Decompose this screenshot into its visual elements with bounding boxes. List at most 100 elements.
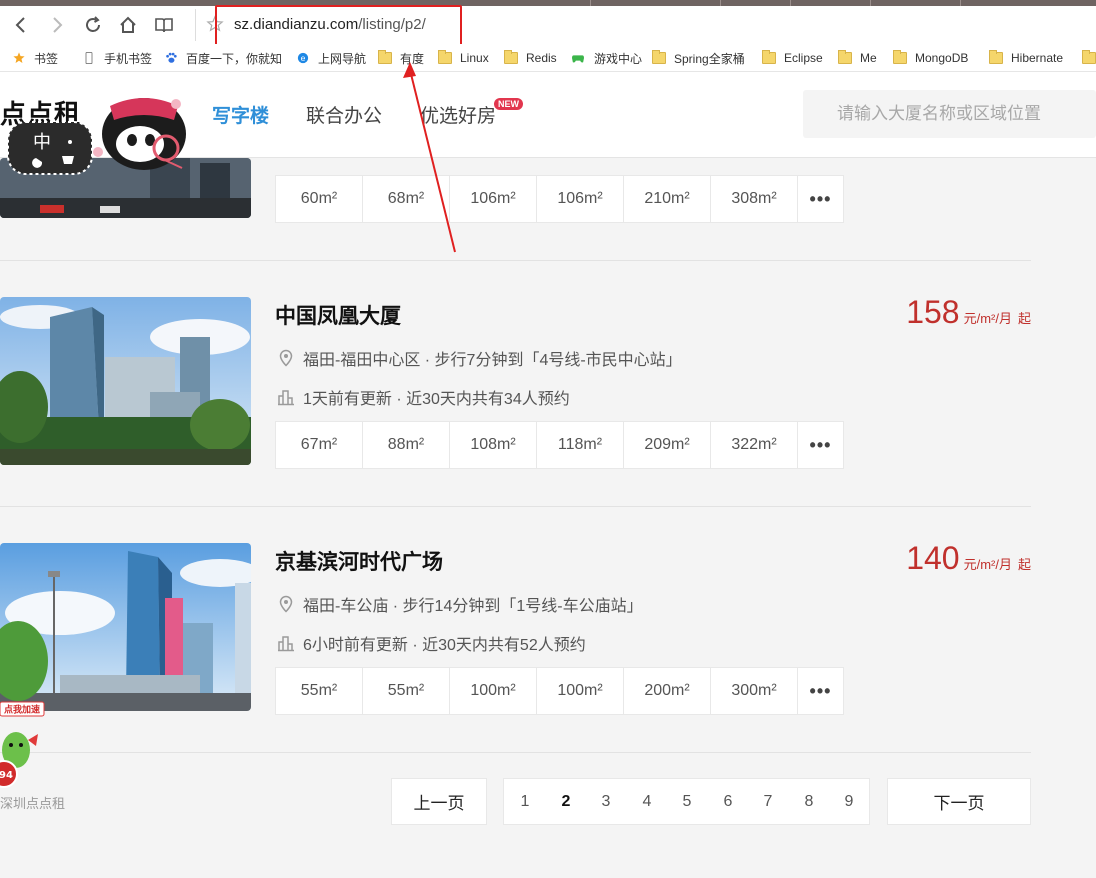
- bookmark-item[interactable]: Eclipse: [762, 49, 823, 67]
- size-option[interactable]: 200m²: [624, 668, 711, 714]
- price: 158 元/m²/月 起: [906, 294, 1031, 330]
- promo-widget[interactable]: 点我加速 94: [0, 700, 50, 800]
- building-icon: [278, 390, 294, 406]
- page-number[interactable]: 7: [758, 793, 778, 811]
- reading-mode-icon[interactable]: [151, 12, 177, 38]
- size-options: 67m² 88m² 108m² 118m² 209m² 322m² •••: [275, 421, 844, 469]
- folder-icon: [438, 50, 452, 64]
- size-options: 60m² 68m² 106m² 106m² 210m² 308m² •••: [275, 175, 844, 223]
- location-pin-icon: [279, 595, 293, 613]
- bookmark-item[interactable]: 百度一下，你就知: [164, 49, 282, 67]
- size-option[interactable]: 118m²: [537, 422, 624, 468]
- promo-text: 点我加速: [4, 704, 40, 716]
- folder-icon: [893, 50, 907, 64]
- update-line: 6小时前有更新 · 近30天内共有52人预约: [277, 631, 586, 655]
- folder-icon: [762, 50, 776, 64]
- promo-number: 94: [0, 770, 13, 781]
- folder-icon: [838, 50, 852, 64]
- search-input[interactable]: [803, 90, 1096, 138]
- bookmark-item[interactable]: Me: [838, 49, 877, 67]
- bookmark-overflow-folder[interactable]: [1082, 49, 1096, 67]
- listing-divider: [0, 260, 1031, 261]
- size-option[interactable]: 55m²: [363, 668, 450, 714]
- bookmark-item[interactable]: 手机书签: [82, 49, 152, 67]
- size-option[interactable]: 68m²: [363, 176, 450, 222]
- nav-office[interactable]: 写字楼: [212, 101, 269, 128]
- page-number-current[interactable]: 2: [556, 793, 576, 811]
- size-option[interactable]: 55m²: [276, 668, 363, 714]
- bookmark-item[interactable]: e 上网导航: [296, 49, 366, 67]
- location-pin-icon: [279, 349, 293, 367]
- size-option[interactable]: 60m²: [276, 176, 363, 222]
- building-title[interactable]: 中国凤凰大厦: [275, 300, 401, 330]
- size-option[interactable]: 106m²: [450, 176, 537, 222]
- home-icon[interactable]: [115, 12, 141, 38]
- bookmark-item[interactable]: 书签: [12, 49, 58, 67]
- size-option[interactable]: 209m²: [624, 422, 711, 468]
- new-badge: NEW: [494, 98, 523, 110]
- page-number[interactable]: 1: [515, 793, 535, 811]
- location-line: 福田-福田中心区 · 步行7分钟到「4号线-市民中心站」: [277, 346, 682, 370]
- page-numbers: 1 2 3 4 5 6 7 8 9: [503, 778, 870, 825]
- size-option[interactable]: 308m²: [711, 176, 798, 222]
- ie-icon: e: [297, 52, 309, 64]
- size-option[interactable]: 88m²: [363, 422, 450, 468]
- more-sizes-button[interactable]: •••: [798, 176, 843, 222]
- price: 140 元/m²/月 起: [906, 540, 1031, 576]
- bookmark-item[interactable]: MongoDB: [893, 49, 968, 67]
- size-option[interactable]: 108m²: [450, 422, 537, 468]
- bookmark-item[interactable]: 游戏中心: [570, 49, 642, 67]
- page-number[interactable]: 4: [637, 793, 657, 811]
- city-label: 深圳点点租: [0, 796, 66, 811]
- building-photo[interactable]: [0, 543, 251, 711]
- back-icon[interactable]: [8, 12, 34, 38]
- size-options: 55m² 55m² 100m² 100m² 200m² 300m² •••: [275, 667, 844, 715]
- folder-icon: [1082, 50, 1096, 64]
- bookmarks-bar: 书签 手机书签 百度一下，你就知 e 上网导航 有度 Linux Redis 游…: [0, 44, 1096, 72]
- listing-divider: [0, 752, 1031, 753]
- folder-icon: [504, 50, 518, 64]
- more-sizes-button[interactable]: •••: [798, 422, 843, 468]
- page-number[interactable]: 8: [799, 793, 819, 811]
- size-option[interactable]: 100m²: [537, 668, 624, 714]
- forward-icon[interactable]: [44, 12, 70, 38]
- size-option[interactable]: 100m²: [450, 668, 537, 714]
- phone-icon: [85, 52, 93, 64]
- star-icon: [13, 52, 25, 63]
- reload-icon[interactable]: [80, 12, 106, 38]
- nav-coworking[interactable]: 联合办公: [306, 101, 382, 128]
- location-line: 福田-车公庙 · 步行14分钟到「1号线-车公庙站」: [277, 592, 643, 616]
- page-number[interactable]: 5: [677, 793, 697, 811]
- building-icon: [278, 636, 294, 652]
- folder-icon: [652, 50, 666, 64]
- size-option[interactable]: 322m²: [711, 422, 798, 468]
- bookmark-item[interactable]: Redis: [504, 49, 557, 67]
- bookmark-item[interactable]: 有度: [378, 49, 424, 67]
- annotation-highlight-box: [215, 5, 462, 49]
- update-line: 1天前有更新 · 近30天内共有34人预约: [277, 385, 570, 409]
- page-number[interactable]: 9: [839, 793, 859, 811]
- mascot-badge-text: 中: [33, 132, 51, 153]
- folder-icon: [378, 50, 392, 64]
- size-option[interactable]: 106m²: [537, 176, 624, 222]
- svg-text:e: e: [301, 53, 306, 63]
- next-page-button[interactable]: 下一页: [887, 778, 1031, 825]
- size-option[interactable]: 300m²: [711, 668, 798, 714]
- building-title[interactable]: 京基滨河时代广场: [275, 546, 443, 576]
- size-option[interactable]: 210m²: [624, 176, 711, 222]
- search-box[interactable]: [803, 90, 1096, 138]
- page-number[interactable]: 6: [718, 793, 738, 811]
- building-photo[interactable]: [0, 297, 251, 465]
- bookmark-item[interactable]: Hibernate: [989, 49, 1063, 67]
- mascot-badge[interactable]: 中: [6, 96, 188, 182]
- browser-toolbar: sz.diandianzu.com/listing/p2/: [0, 6, 1096, 44]
- page-number[interactable]: 3: [596, 793, 616, 811]
- bookmark-item[interactable]: Linux: [438, 49, 489, 67]
- listing-divider: [0, 506, 1031, 507]
- baidu-paw-icon: [166, 52, 177, 63]
- bookmark-item[interactable]: Spring全家桶: [652, 49, 745, 67]
- more-sizes-button[interactable]: •••: [798, 668, 843, 714]
- prev-page-button[interactable]: 上一页: [391, 778, 487, 825]
- size-option[interactable]: 67m²: [276, 422, 363, 468]
- nav-featured[interactable]: 优选好房: [420, 101, 496, 128]
